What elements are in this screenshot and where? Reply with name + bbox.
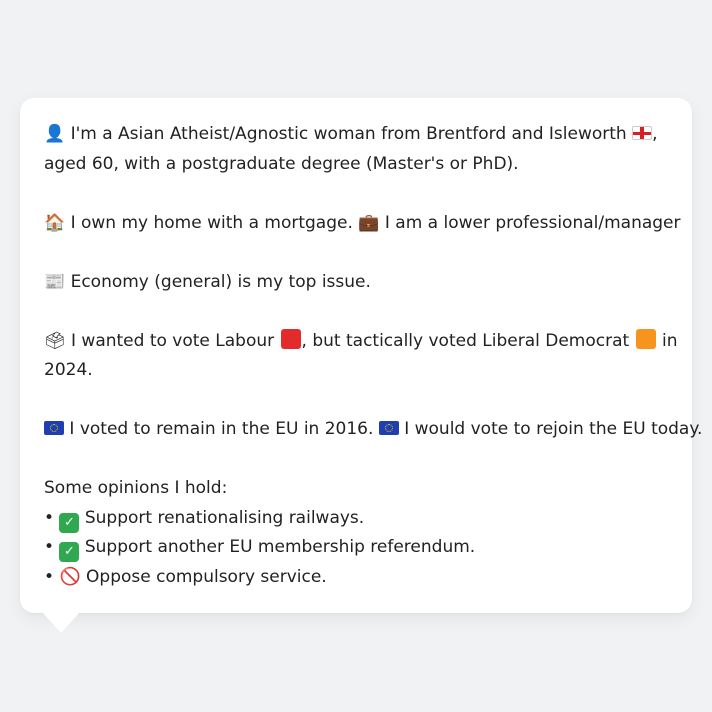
opinion-item: • ✓ Support another EU membership refere… [44, 533, 668, 563]
opinion-text: Support another EU membership referendum… [84, 537, 476, 557]
ballot-box-icon: 🗳 [44, 330, 66, 351]
libdem-square-icon [635, 328, 656, 349]
briefcase-icon: 💼 [358, 212, 380, 233]
identity-line-2: aged 60, with a postgraduate degree (Mas… [44, 150, 668, 180]
check-mark-icon: ✓ [59, 512, 80, 533]
vote-text-a: I wanted to vote Labour [71, 330, 275, 351]
vote-text-c: in [661, 330, 678, 351]
identity-line-1: 👤 I'm a Asian Atheist/Agnostic woman fro… [44, 120, 668, 150]
vote-paragraph: 🗳 I wanted to vote Labour , but tactical… [44, 327, 677, 386]
prohibited-icon: 🚫 [59, 566, 81, 587]
opinion-item: • ✓ Support renationalising railways. [44, 504, 668, 534]
eu-rejoin-text: I would vote to rejoin the EU today. [404, 419, 703, 439]
newspaper-icon: 📰 [44, 271, 66, 292]
opinions-heading: Some opinions I hold: [44, 478, 228, 498]
check-mark-icon: ✓ [59, 542, 80, 562]
opinion-text: Support renationalising railways. [84, 507, 365, 528]
opinions-section: Some opinions I hold: • ✓ Support renati… [44, 474, 668, 592]
vote-year: 2024. [44, 360, 93, 380]
persona-card: 👤 I'm a Asian Atheist/Agnostic woman fro… [20, 98, 702, 613]
issue-text: Economy (general) is my top issue. [70, 271, 371, 292]
house-icon: 🏠 [44, 212, 66, 233]
vote-line-2: 2024. [44, 356, 668, 386]
identity-text-2: aged 60, with a postgraduate degree (Mas… [44, 153, 519, 174]
eu-paragraph: I voted to remain in the EU in 2016. I w… [44, 415, 702, 445]
job-text: I am a lower professional/manager [384, 212, 681, 233]
bullet: • [44, 507, 55, 528]
eu-flag-icon [378, 421, 399, 435]
vote-line-1: 🗳 I wanted to vote Labour , but tactical… [44, 327, 677, 357]
identity-text: I'm a Asian Atheist/Agnostic woman from … [70, 124, 627, 144]
england-flag-icon [632, 126, 653, 140]
bullet: • [44, 566, 55, 587]
housing-paragraph: 🏠 I own my home with a mortgage. 💼 I am … [44, 209, 681, 239]
identity-paragraph: 👤 I'm a Asian Atheist/Agnostic woman fro… [44, 120, 668, 179]
opinion-text: Oppose compulsory service. [86, 566, 327, 587]
bullet: • [44, 537, 55, 557]
identity-comma: , [652, 124, 658, 144]
issue-paragraph: 📰 Economy (general) is my top issue. [44, 268, 668, 298]
vote-text-b: , but tactically voted Liberal Democrat [301, 330, 630, 351]
eu-remain-text: I voted to remain in the EU in 2016. [69, 419, 374, 439]
opinion-item: • 🚫 Oppose compulsory service. [44, 563, 668, 593]
labour-square-icon [280, 328, 301, 349]
person-silhouette-icon: 👤 [44, 124, 66, 144]
speech-bubble-tail [42, 612, 80, 633]
housing-text: I own my home with a mortgage. [70, 212, 353, 233]
eu-flag-icon [44, 421, 64, 435]
